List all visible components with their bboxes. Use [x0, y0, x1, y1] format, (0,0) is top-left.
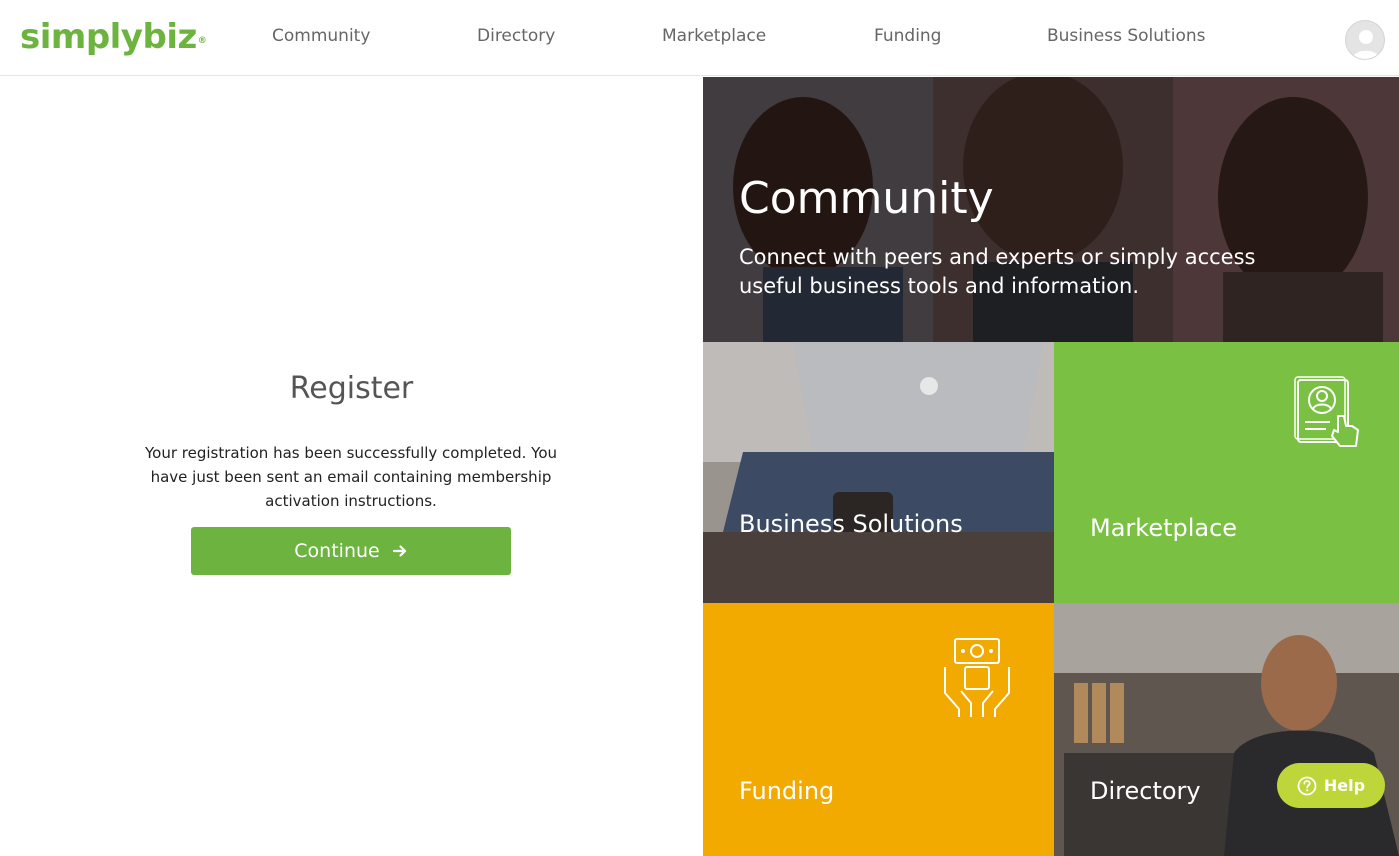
marketplace-tile[interactable]: Marketplace: [1054, 342, 1399, 603]
directory-tile[interactable]: Directory: [1054, 603, 1399, 856]
nav-item-marketplace[interactable]: Marketplace: [662, 26, 766, 46]
money-hands-icon: [944, 638, 1010, 717]
community-tile-title: Community: [739, 173, 994, 224]
nav-item-directory[interactable]: Directory: [477, 26, 555, 46]
community-tile-subtitle: Connect with peers and experts or simply…: [739, 245, 1256, 298]
nav-item-community[interactable]: Community: [272, 26, 370, 46]
directory-photo: [1054, 603, 1399, 856]
directory-tile-label: Directory: [1090, 777, 1201, 805]
logo-registered-mark: ®: [197, 36, 207, 46]
top-header: simply biz ® Community Directory Marketpla…: [0, 0, 1399, 76]
register-title: Register: [289, 371, 414, 406]
user-avatar[interactable]: [1345, 20, 1385, 60]
registration-success-message: Your registration has been successfully …: [144, 444, 558, 510]
community-tile[interactable]: Community Connect with peers and experts…: [703, 77, 1399, 342]
question-circle-icon: [1297, 776, 1317, 795]
logo-biz-text: biz: [142, 17, 197, 57]
nav-item-funding[interactable]: Funding: [874, 26, 941, 46]
help-button[interactable]: Help: [1277, 763, 1385, 808]
logo-simply-text: simply: [20, 17, 143, 57]
funding-tile[interactable]: Funding: [703, 603, 1054, 856]
marketplace-tile-label: Marketplace: [1090, 514, 1238, 542]
arrow-right-icon: [392, 543, 408, 559]
simplybiz-logo[interactable]: simply biz ®: [20, 16, 207, 57]
user-silhouette-icon: [1352, 30, 1380, 59]
register-panel: Register Your registration has been succ…: [0, 77, 703, 856]
profile-touch-icon: [1294, 376, 1359, 447]
continue-button[interactable]: Continue: [191, 527, 511, 575]
help-button-label: Help: [1323, 776, 1366, 795]
nav-item-business-solutions[interactable]: Business Solutions: [1047, 26, 1205, 46]
continue-button-label: Continue: [294, 540, 380, 562]
funding-tile-label: Funding: [739, 777, 835, 805]
business-solutions-photo: [703, 342, 1054, 603]
business-solutions-tile-label: Business Solutions: [739, 510, 963, 538]
business-solutions-tile[interactable]: Business Solutions: [703, 342, 1054, 603]
